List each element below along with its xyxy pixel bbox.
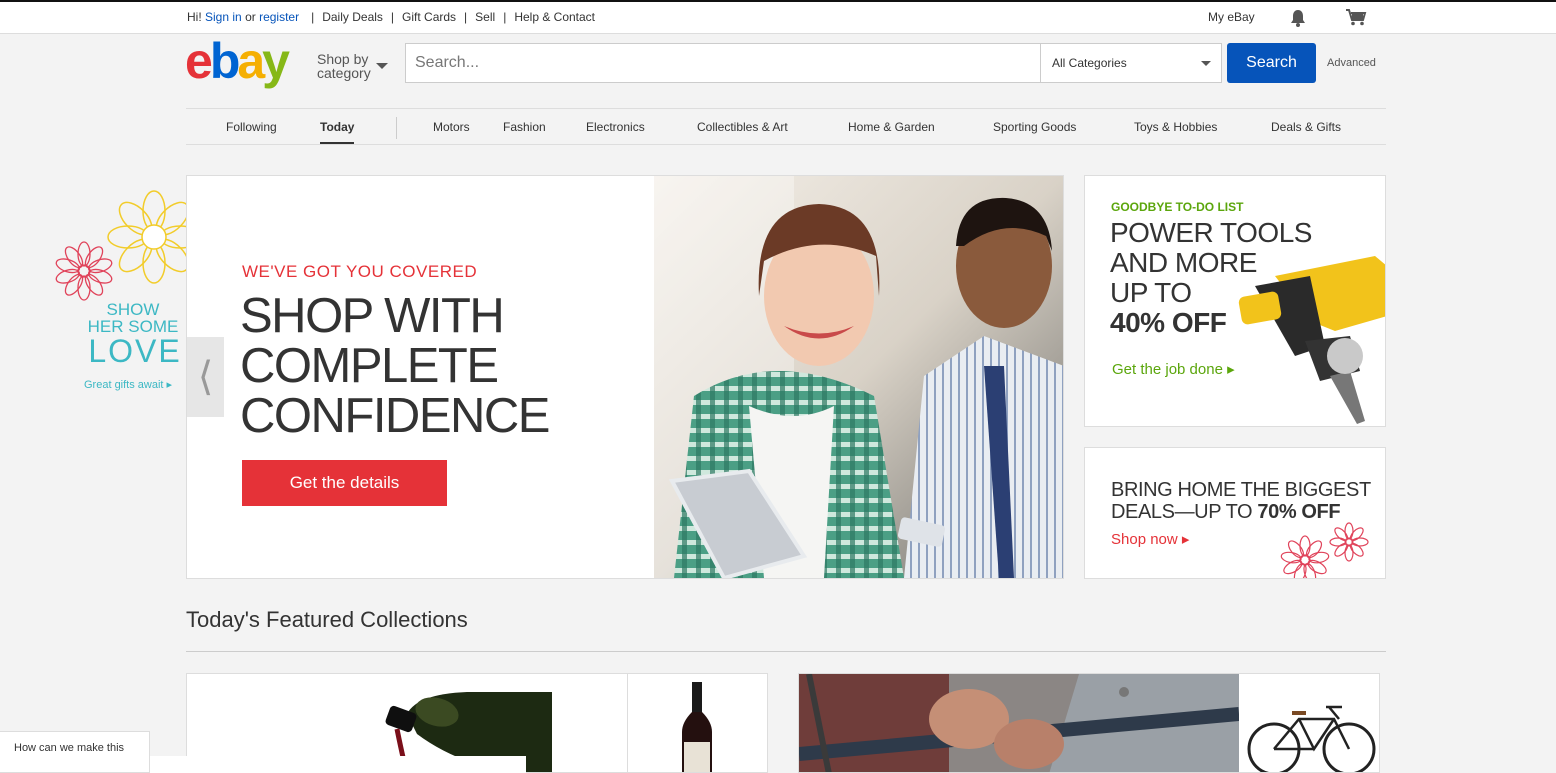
nav-item-toys-hobbies[interactable]: Toys & Hobbies bbox=[1134, 120, 1217, 134]
carousel-prev-button[interactable]: ⟨ bbox=[187, 337, 224, 417]
featured-collections-title: Today's Featured Collections bbox=[186, 607, 468, 632]
shop-by-line2: category bbox=[317, 65, 371, 81]
collection-card-bikes[interactable] bbox=[798, 673, 1380, 773]
register-link[interactable]: register bbox=[259, 10, 299, 24]
wine-bottle-image bbox=[682, 682, 712, 772]
nav-item-electronics[interactable]: Electronics bbox=[586, 120, 645, 134]
hero-headline: SHOP WITH COMPLETE CONFIDENCE bbox=[240, 291, 660, 441]
search-bar: All Categories bbox=[405, 43, 1222, 83]
divider: | bbox=[390, 10, 395, 24]
valentines-promo[interactable]: SHOW HER SOME LOVE Great gifts await ▸ bbox=[50, 185, 186, 395]
get-details-button[interactable]: Get the details bbox=[242, 460, 447, 506]
category-selected-value: All Categories bbox=[1052, 56, 1127, 70]
sell-link[interactable]: Sell bbox=[475, 10, 495, 24]
daily-deals-link[interactable]: Daily Deals bbox=[322, 10, 383, 24]
top-bar-left: Hi! Sign in or register | Daily Deals | … bbox=[187, 10, 595, 24]
logo-letter-a: a bbox=[237, 33, 265, 89]
shop-by-category-button[interactable]: Shop by category bbox=[317, 52, 371, 80]
sign-in-link[interactable]: Sign in bbox=[205, 10, 242, 24]
bell-icon[interactable] bbox=[1290, 9, 1306, 27]
headline-line2: COMPLETE bbox=[240, 339, 499, 393]
nav-item-fashion[interactable]: Fashion bbox=[503, 120, 546, 134]
shop-by-line1: Shop by bbox=[317, 51, 369, 67]
drill-illustration bbox=[1238, 256, 1385, 424]
search-input[interactable] bbox=[406, 44, 1040, 82]
bike-repair-image bbox=[799, 674, 1239, 772]
bicycle-image bbox=[1247, 705, 1376, 772]
category-select[interactable]: All Categories bbox=[1040, 44, 1221, 82]
greeting-text: Hi! bbox=[187, 10, 202, 24]
tools-line1: POWER TOOLS bbox=[1110, 217, 1312, 248]
shop-now-link[interactable]: Shop now ▸ bbox=[1111, 530, 1189, 548]
nav-item-sporting-goods[interactable]: Sporting Goods bbox=[993, 120, 1076, 134]
chevron-down-icon[interactable] bbox=[376, 63, 388, 69]
nav-item-following[interactable]: Following bbox=[226, 120, 277, 134]
feedback-widget-strip bbox=[150, 756, 526, 773]
hero-kicker: WE'VE GOT YOU COVERED bbox=[242, 262, 478, 281]
biggest-deals-promo[interactable]: BRING HOME THE BIGGEST DEALS—UP TO 70% O… bbox=[1084, 447, 1386, 579]
caret-down-icon bbox=[1201, 61, 1211, 66]
feedback-widget[interactable]: How can we make this bbox=[0, 731, 150, 773]
hero-banner[interactable]: ⟨ WE'VE GOT YOU COVERED SHOP WITH COMPLE… bbox=[186, 175, 1064, 579]
divider: | bbox=[503, 10, 507, 24]
promo-text-show: SHOW HER SOME bbox=[80, 301, 186, 335]
my-ebay-link[interactable]: My eBay bbox=[1208, 10, 1255, 24]
headline-line1: SHOP WITH bbox=[240, 289, 505, 343]
logo-letter-e: e bbox=[185, 33, 213, 89]
search-button[interactable]: Search bbox=[1227, 43, 1316, 83]
show-line: SHOW bbox=[106, 300, 160, 319]
help-contact-link[interactable]: Help & Contact bbox=[514, 10, 595, 24]
promo-tools-kicker: GOODBYE TO-DO LIST bbox=[1111, 200, 1244, 214]
top-bar-right: My eBay bbox=[1208, 10, 1255, 24]
logo-letter-b: b bbox=[209, 33, 240, 89]
divider bbox=[627, 674, 628, 772]
deals-line2-text: DEALS—UP TO bbox=[1111, 501, 1258, 523]
or-text: or bbox=[245, 10, 256, 24]
flower-illustration bbox=[1280, 522, 1369, 578]
hero-photo bbox=[654, 176, 1063, 578]
nav-divider bbox=[396, 117, 397, 139]
advanced-search-link[interactable]: Advanced bbox=[1327, 57, 1376, 69]
promo-deals-headline: BRING HOME THE BIGGEST DEALS—UP TO 70% O… bbox=[1111, 479, 1371, 523]
get-job-done-link[interactable]: Get the job done ▸ bbox=[1112, 360, 1235, 378]
promo-text-love: LOVE bbox=[88, 333, 182, 369]
category-nav: Following Today Motors Fashion Electroni… bbox=[186, 108, 1386, 145]
ebay-logo[interactable]: ebay bbox=[185, 33, 290, 89]
nav-item-motors[interactable]: Motors bbox=[433, 120, 470, 134]
nav-item-home-garden[interactable]: Home & Garden bbox=[848, 120, 935, 134]
divider: | bbox=[311, 10, 315, 24]
power-tools-promo[interactable]: GOODBYE TO-DO LIST POWER TOOLS AND MORE … bbox=[1084, 175, 1386, 427]
headline-line3: CONFIDENCE bbox=[240, 389, 550, 443]
gift-cards-link[interactable]: Gift Cards bbox=[402, 10, 456, 24]
divider: | bbox=[464, 10, 468, 24]
nav-item-collectibles-art[interactable]: Collectibles & Art bbox=[697, 120, 788, 134]
top-bar: Hi! Sign in or register | Daily Deals | … bbox=[0, 0, 1556, 34]
nav-item-today[interactable]: Today bbox=[320, 120, 355, 144]
nav-item-deals-gifts[interactable]: Deals & Gifts bbox=[1271, 120, 1341, 134]
cart-icon[interactable] bbox=[1345, 8, 1367, 26]
logo-letter-y: y bbox=[262, 33, 290, 89]
divider bbox=[186, 651, 1386, 652]
great-gifts-link[interactable]: Great gifts await ▸ bbox=[84, 378, 172, 391]
tools-discount: 40% OFF bbox=[1110, 307, 1227, 338]
flower-illustration bbox=[55, 190, 186, 301]
deals-line1: BRING HOME THE BIGGEST bbox=[1111, 479, 1371, 501]
